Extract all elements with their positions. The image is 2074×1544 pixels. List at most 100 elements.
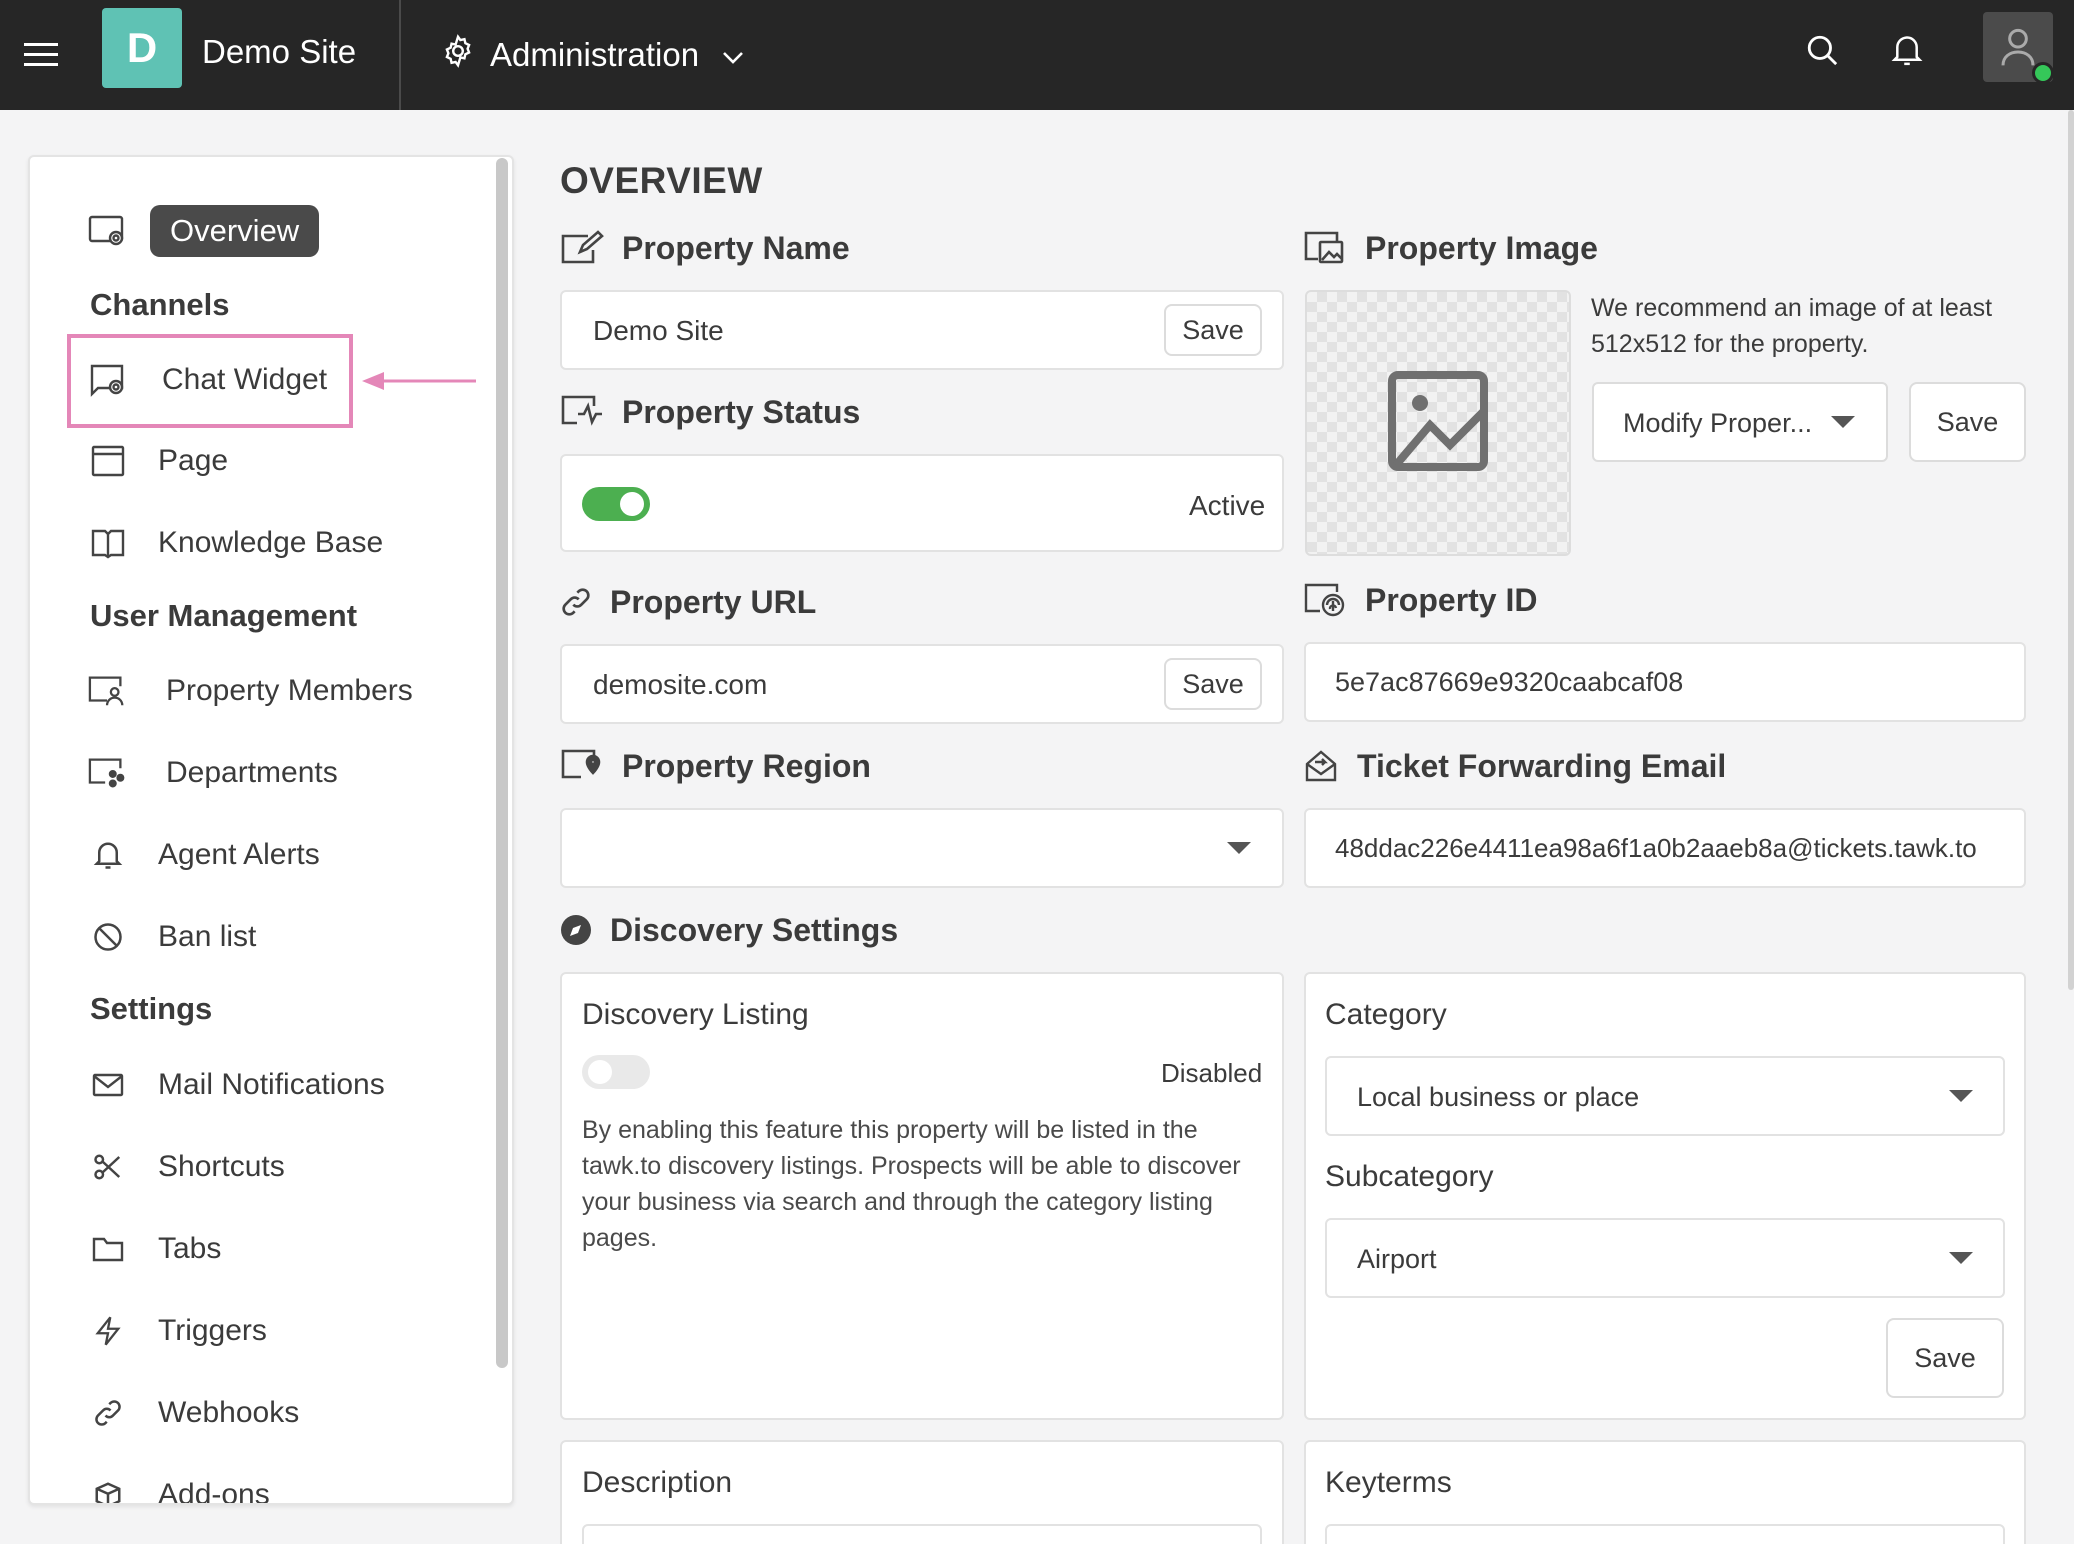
top-bar: D Demo Site Administration bbox=[0, 0, 2074, 110]
sidebar-item-webhooks[interactable]: Webhooks bbox=[88, 1385, 299, 1441]
knowledge-base-label: Knowledge Base bbox=[158, 526, 384, 559]
image-icon bbox=[1303, 228, 1347, 268]
property-status-toggle[interactable] bbox=[582, 487, 650, 521]
property-name-title: Property Name bbox=[622, 229, 850, 266]
property-members-label: Property Members bbox=[166, 674, 413, 707]
members-icon bbox=[88, 671, 128, 711]
administration-label: Administration bbox=[490, 36, 700, 73]
sidebar-item-page[interactable]: Page bbox=[88, 433, 228, 489]
sidebar-item-agent-alerts[interactable]: Agent Alerts bbox=[88, 827, 320, 883]
settings-heading: Settings bbox=[90, 991, 213, 1026]
triggers-label: Triggers bbox=[158, 1314, 267, 1347]
property-url-save-button[interactable]: Save bbox=[1164, 658, 1262, 710]
administration-menu[interactable]: Administration bbox=[440, 30, 745, 80]
sidebar-item-tabs[interactable]: Tabs bbox=[88, 1221, 221, 1277]
page-icon bbox=[88, 441, 128, 481]
sidebar-clip: Add-ons bbox=[30, 1440, 512, 1503]
lightning-icon bbox=[88, 1311, 128, 1351]
sidebar-item-shortcuts[interactable]: Shortcuts bbox=[88, 1139, 285, 1195]
property-image-preview[interactable] bbox=[1305, 290, 1571, 556]
compass-icon bbox=[560, 910, 592, 950]
edit-icon bbox=[560, 228, 604, 268]
sidebar-item-knowledge-base[interactable]: Knowledge Base bbox=[88, 515, 383, 571]
discovery-listing-status: Disabled bbox=[1161, 1058, 1263, 1088]
image-placeholder-icon bbox=[1386, 369, 1490, 478]
monitor-pulse-icon bbox=[560, 392, 604, 432]
sidebar-item-departments[interactable]: Departments bbox=[88, 745, 338, 801]
page-label: Page bbox=[158, 444, 229, 477]
description-input[interactable] bbox=[582, 1524, 1262, 1544]
discovery-listing-description: By enabling this feature this property w… bbox=[582, 1116, 1241, 1252]
discovery-listing-title: Discovery Listing bbox=[582, 998, 809, 1031]
sidebar-item-property-members[interactable]: Property Members bbox=[88, 663, 413, 719]
property-url-heading: Property URL bbox=[560, 582, 816, 622]
caret-down-icon bbox=[1949, 1252, 1973, 1264]
ticket-forwarding-value: 48ddac226e4411ea98a6f1a0b2aaeb8a@tickets… bbox=[1335, 833, 1977, 863]
discovery-listing-toggle[interactable] bbox=[582, 1055, 650, 1089]
sidebar-item-add-ons[interactable]: Add-ons bbox=[88, 1467, 270, 1503]
property-id-heading: Property ID bbox=[1303, 580, 1537, 620]
bell-icon[interactable] bbox=[1887, 30, 1927, 70]
fingerprint-icon bbox=[1303, 580, 1347, 620]
property-region-title: Property Region bbox=[622, 747, 871, 784]
property-region-heading: Property Region bbox=[560, 746, 871, 786]
keyterms-input[interactable] bbox=[1325, 1524, 2005, 1544]
property-status-heading: Property Status bbox=[560, 392, 860, 432]
property-id-title: Property ID bbox=[1365, 581, 1538, 618]
gear-icon bbox=[440, 33, 476, 77]
site-logo[interactable]: D bbox=[102, 8, 182, 88]
property-url-title: Property URL bbox=[610, 583, 817, 620]
modify-property-image-label: Modify Proper... bbox=[1623, 408, 1813, 438]
shortcuts-label: Shortcuts bbox=[158, 1150, 285, 1183]
property-name-value: Demo Site bbox=[593, 315, 724, 346]
arrow-left-icon bbox=[362, 372, 476, 390]
hamburger-menu-icon[interactable] bbox=[22, 35, 62, 75]
property-image-heading: Property Image bbox=[1303, 228, 1598, 268]
link-icon bbox=[560, 582, 592, 622]
map-pin-icon bbox=[560, 746, 604, 786]
caret-down-icon bbox=[1949, 1090, 1973, 1102]
user-management-heading: User Management bbox=[90, 598, 358, 633]
book-icon bbox=[88, 523, 128, 563]
property-image-save-button[interactable]: Save bbox=[1909, 382, 2026, 462]
property-status-title: Property Status bbox=[622, 393, 861, 430]
webhooks-label: Webhooks bbox=[158, 1396, 300, 1429]
search-icon[interactable] bbox=[1802, 30, 1842, 70]
topbar-divider bbox=[399, 0, 401, 110]
description-title: Description bbox=[582, 1466, 733, 1499]
caret-down-icon bbox=[1227, 842, 1251, 854]
discovery-save-button[interactable]: Save bbox=[1886, 1318, 2004, 1398]
property-status-box bbox=[560, 454, 1284, 552]
channels-heading: Channels bbox=[90, 287, 230, 322]
sidebar-item-overview[interactable]: Overview bbox=[88, 203, 320, 259]
discovery-settings-title: Discovery Settings bbox=[610, 911, 899, 948]
mail-forward-icon bbox=[1303, 746, 1339, 786]
sidebar-scrollbar[interactable] bbox=[496, 158, 508, 1368]
sidebar-item-triggers[interactable]: Triggers bbox=[88, 1303, 267, 1359]
property-status-value: Active bbox=[1189, 490, 1266, 521]
agent-alerts-label: Agent Alerts bbox=[158, 838, 320, 871]
property-url-value: demosite.com bbox=[593, 669, 768, 700]
category-value: Local business or place bbox=[1357, 1082, 1640, 1112]
discovery-settings-heading: Discovery Settings bbox=[560, 910, 898, 950]
departments-label: Departments bbox=[166, 756, 338, 789]
chevron-down-icon bbox=[721, 36, 745, 74]
property-id-value: 5e7ac87669e9320caabcaf08 bbox=[1335, 667, 1684, 697]
page-scrollbar[interactable] bbox=[2068, 110, 2074, 990]
scissors-icon bbox=[88, 1147, 128, 1187]
ban-list-label: Ban list bbox=[158, 920, 257, 953]
property-name-save-button[interactable]: Save bbox=[1164, 304, 1262, 356]
site-name[interactable]: Demo Site bbox=[202, 30, 356, 74]
property-image-hint: We recommend an image of at least 512x51… bbox=[1591, 294, 1993, 358]
page-title: OVERVIEW bbox=[560, 160, 763, 201]
ticket-forwarding-heading: Ticket Forwarding Email bbox=[1303, 746, 1726, 786]
mail-notifications-label: Mail Notifications bbox=[158, 1068, 385, 1101]
online-status-dot bbox=[2032, 62, 2054, 84]
departments-icon bbox=[88, 753, 128, 793]
caret-down-icon bbox=[1831, 416, 1855, 428]
property-region-select[interactable] bbox=[560, 808, 1284, 888]
subcategory-title: Subcategory bbox=[1325, 1160, 1494, 1193]
sidebar-item-ban-list[interactable]: Ban list bbox=[88, 909, 256, 965]
sidebar-item-mail-notifications[interactable]: Mail Notifications bbox=[88, 1057, 385, 1113]
overview-label: Overview bbox=[150, 205, 320, 257]
